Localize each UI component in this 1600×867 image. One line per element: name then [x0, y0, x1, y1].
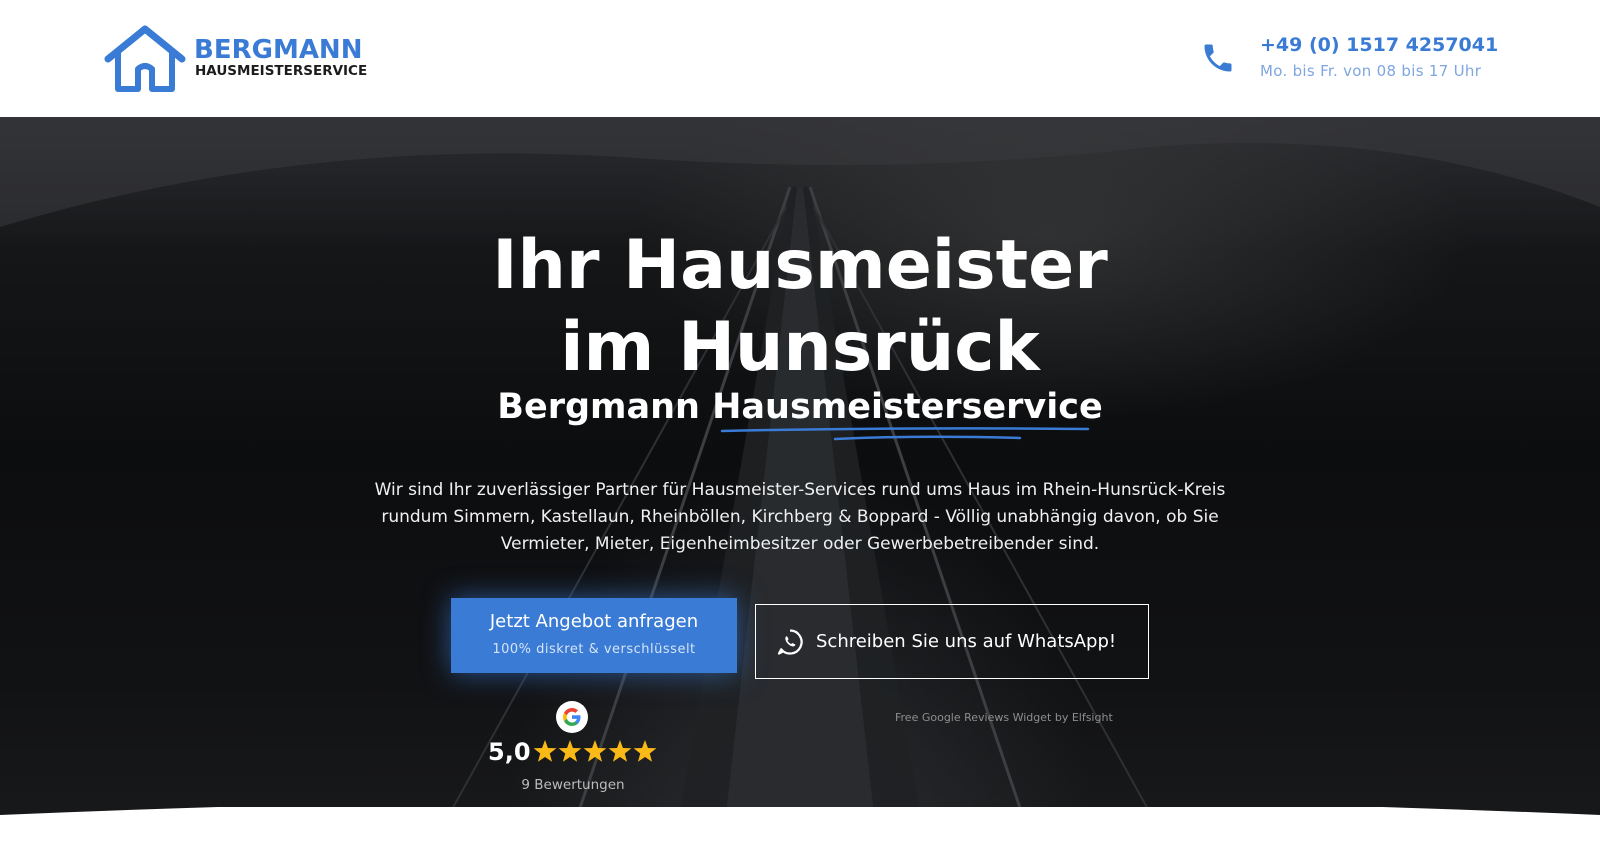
elfsight-widget-link[interactable]: Free Google Reviews Widget by Elfsight	[895, 711, 1113, 724]
google-icon	[556, 701, 588, 733]
request-quote-label: Jetzt Angebot anfragen	[489, 611, 699, 632]
house-logo-icon	[104, 25, 186, 92]
bottom-curve-divider	[0, 807, 1600, 867]
star-icon	[558, 740, 582, 762]
hero-title: Ihr Hausmeister im Hunsrück	[0, 225, 1600, 389]
phone-icon	[1204, 44, 1232, 72]
hero-section: Ihr Hausmeister im Hunsrück Bergmann Hau…	[0, 117, 1600, 867]
review-count: 9 Bewertungen	[521, 777, 625, 793]
request-quote-note: 100% diskret & verschlüsselt	[492, 642, 696, 657]
hero-title-line-1: Ihr Hausmeister	[492, 226, 1108, 305]
logo-subtitle: HAUSMEISTERSERVICE	[195, 63, 368, 79]
phone-number-link[interactable]: +49 (0) 1517 4257041	[1260, 34, 1498, 56]
hero-subtitle-highlight: Hausmeisterservice	[712, 387, 1103, 427]
logo[interactable]: BERGMANN HAUSMEISTERSERVICE	[104, 25, 404, 95]
contact-info: +49 (0) 1517 4257041 Mo. bis Fr. von 08 …	[1200, 32, 1520, 92]
whatsapp-icon	[777, 629, 803, 655]
rating-value: 5,0	[488, 738, 531, 766]
star-icon	[533, 740, 557, 762]
business-hours: Mo. bis Fr. von 08 bis 17 Uhr	[1260, 62, 1482, 80]
underline-mark	[720, 427, 1090, 441]
site-header: BERGMANN HAUSMEISTERSERVICE +49 (0) 1517…	[0, 0, 1600, 117]
logo-name: BERGMANN	[194, 35, 363, 65]
rating-stars	[533, 740, 657, 762]
star-icon	[608, 740, 632, 762]
star-icon	[633, 740, 657, 762]
whatsapp-button[interactable]: Schreiben Sie uns auf WhatsApp!	[755, 604, 1149, 679]
star-icon	[583, 740, 607, 762]
google-review-badge[interactable]: 5,0 9 Bewertungen	[478, 699, 668, 799]
hero-subtitle-prefix: Bergmann	[497, 387, 700, 427]
hero-description: Wir sind Ihr zuverlässiger Partner für H…	[374, 480, 1226, 554]
hero-title-line-2: im Hunsrück	[560, 308, 1040, 387]
whatsapp-label: Schreiben Sie uns auf WhatsApp!	[816, 631, 1117, 652]
request-quote-button[interactable]: Jetzt Angebot anfragen 100% diskret & ve…	[451, 598, 737, 673]
